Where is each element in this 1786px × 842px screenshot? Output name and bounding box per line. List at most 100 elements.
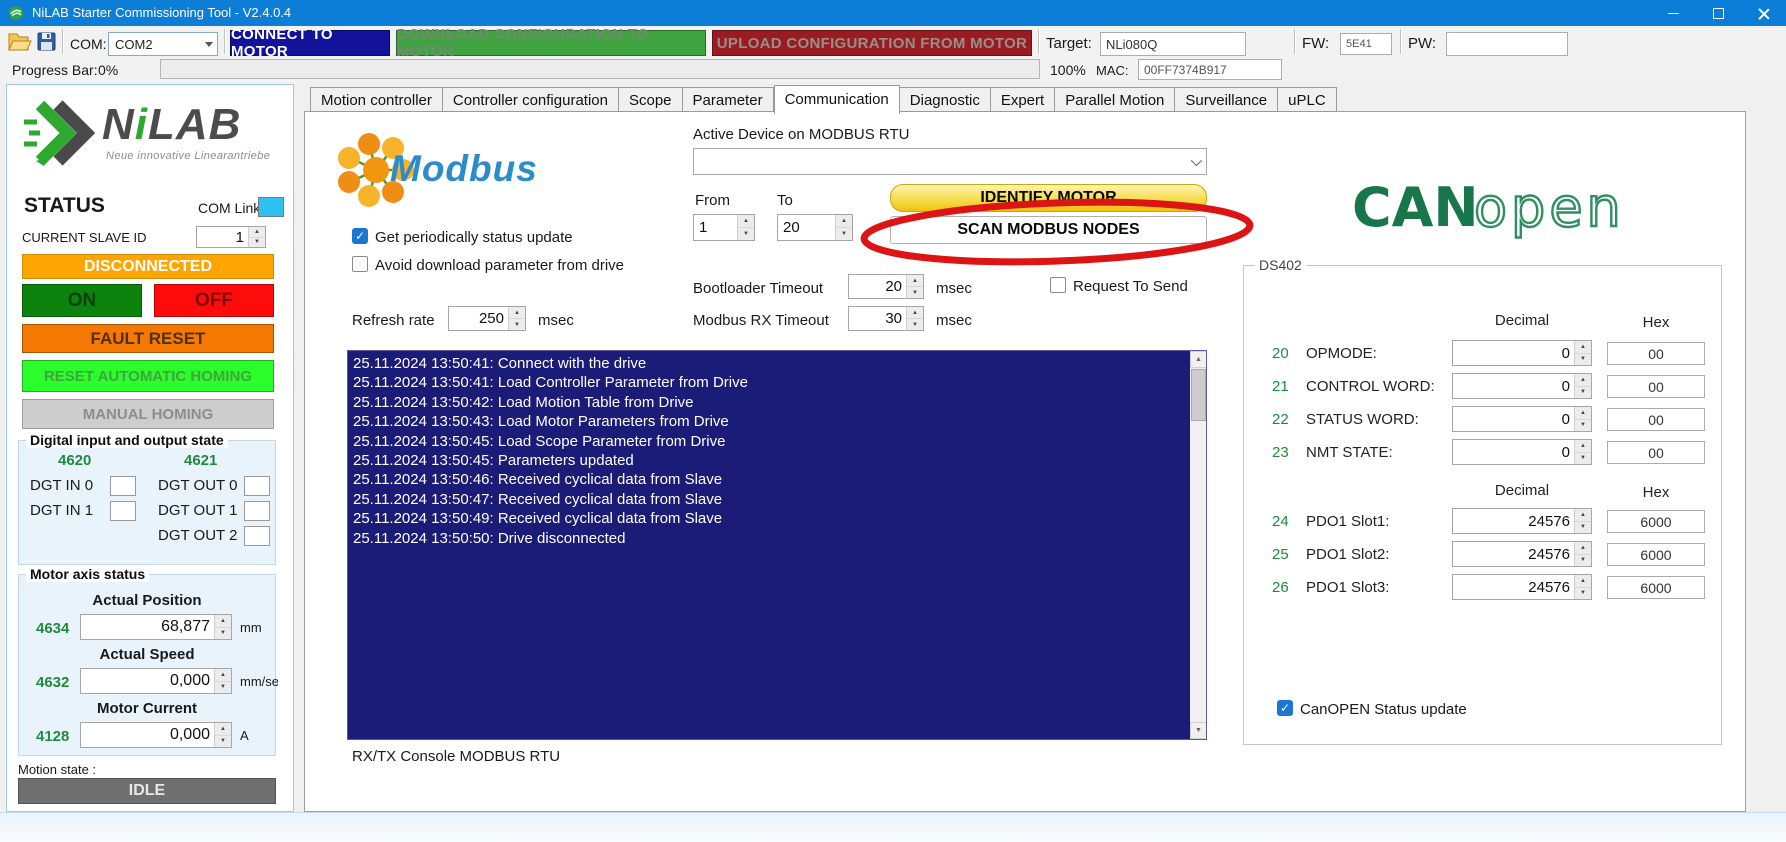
spin-down-icon[interactable] bbox=[249, 237, 265, 247]
tab-parameter[interactable]: Parameter bbox=[682, 87, 774, 112]
tab-parallel-motion[interactable]: Parallel Motion bbox=[1055, 87, 1176, 112]
target-input[interactable]: NLi080Q bbox=[1100, 32, 1246, 56]
console-scrollbar[interactable] bbox=[1190, 351, 1206, 739]
scan-modbus-nodes-button[interactable]: SCAN MODBUS NODES bbox=[890, 216, 1207, 244]
control-word-hex-field[interactable]: 00 bbox=[1607, 375, 1705, 398]
close-button[interactable] bbox=[1741, 0, 1786, 26]
spin-down-icon[interactable] bbox=[1575, 452, 1591, 464]
download-configuration-button[interactable]: DOWNLOAD CONFIGURATION TO MOTOR bbox=[396, 26, 706, 60]
spin-down-icon[interactable] bbox=[1575, 554, 1591, 566]
spin-down-icon[interactable] bbox=[215, 735, 231, 747]
scrollbar-thumb[interactable] bbox=[1191, 369, 1206, 421]
spinner-buttons[interactable] bbox=[508, 307, 525, 330]
nmt-state-decimal-spinner[interactable]: 0 bbox=[1452, 439, 1592, 465]
scroll-up-icon[interactable] bbox=[1190, 351, 1206, 368]
spinner-buttons[interactable] bbox=[906, 307, 923, 330]
pdo1-slot2-hex-field[interactable]: 6000 bbox=[1607, 543, 1705, 566]
control-word-decimal-spinner[interactable]: 0 bbox=[1452, 373, 1592, 399]
spinner-buttons[interactable] bbox=[214, 615, 231, 639]
tab-motion-controller[interactable]: Motion controller bbox=[310, 87, 443, 112]
to-spinner[interactable]: 20 bbox=[777, 214, 853, 241]
spinner-buttons[interactable] bbox=[1574, 509, 1591, 533]
spinner-buttons[interactable] bbox=[1574, 374, 1591, 398]
com-port-select[interactable]: COM2 bbox=[108, 32, 218, 56]
active-device-select[interactable] bbox=[693, 148, 1207, 175]
spin-up-icon[interactable] bbox=[1575, 509, 1591, 522]
active-device-chevron-icon[interactable] bbox=[1184, 149, 1206, 174]
tab-expert[interactable]: Expert bbox=[990, 87, 1056, 112]
save-file-icon[interactable] bbox=[37, 32, 56, 51]
spin-down-icon[interactable] bbox=[907, 287, 923, 298]
spinner-buttons[interactable] bbox=[214, 669, 231, 693]
actual-speed-field[interactable]: 0,000 bbox=[80, 668, 232, 694]
upload-configuration-button[interactable]: UPLOAD CONFIGURATION FROM MOTOR bbox=[712, 30, 1032, 56]
get-status-checkbox[interactable] bbox=[352, 228, 368, 244]
scroll-down-icon[interactable] bbox=[1190, 722, 1206, 739]
spinner-buttons[interactable] bbox=[1574, 407, 1591, 431]
manual-homing-button[interactable]: MANUAL HOMING bbox=[22, 399, 274, 429]
modbus-console[interactable]: 25.11.2024 13:50:41: Connect with the dr… bbox=[347, 350, 1207, 740]
slave-id-spinner[interactable]: 1 bbox=[196, 226, 266, 248]
spin-up-icon[interactable] bbox=[836, 215, 852, 228]
pw-input[interactable] bbox=[1446, 32, 1568, 56]
spinner-buttons[interactable] bbox=[1574, 575, 1591, 599]
spin-up-icon[interactable] bbox=[1575, 374, 1591, 387]
fault-reset-button[interactable]: FAULT RESET bbox=[22, 324, 274, 353]
spin-up-icon[interactable] bbox=[1575, 341, 1591, 354]
on-button[interactable]: ON bbox=[22, 284, 142, 317]
connection-state-button[interactable]: DISCONNECTED bbox=[22, 254, 274, 279]
spin-down-icon[interactable] bbox=[215, 681, 231, 693]
maximize-button[interactable] bbox=[1696, 0, 1741, 26]
spinner-buttons[interactable] bbox=[1574, 542, 1591, 566]
bootloader-timeout-spinner[interactable]: 20 bbox=[848, 274, 924, 299]
spin-up-icon[interactable] bbox=[738, 215, 754, 228]
spin-up-icon[interactable] bbox=[509, 307, 525, 319]
spin-down-icon[interactable] bbox=[215, 627, 231, 639]
spin-up-icon[interactable] bbox=[215, 723, 231, 736]
actual-position-field[interactable]: 68,877 bbox=[80, 614, 232, 640]
tab-communication[interactable]: Communication bbox=[773, 85, 900, 114]
identify-motor-button[interactable]: IDENTIFY MOTOR bbox=[890, 184, 1207, 212]
opmode-hex-field[interactable]: 00 bbox=[1607, 342, 1705, 365]
tab-surveillance[interactable]: Surveillance bbox=[1175, 87, 1279, 112]
spin-up-icon[interactable] bbox=[907, 307, 923, 319]
spin-up-icon[interactable] bbox=[215, 669, 231, 682]
tab-controller-configuration[interactable]: Controller configuration bbox=[442, 87, 619, 112]
pdo1-slot1-hex-field[interactable]: 6000 bbox=[1607, 510, 1705, 533]
fw-input[interactable]: 5E41 bbox=[1340, 33, 1392, 55]
status-word-hex-field[interactable]: 00 bbox=[1607, 408, 1705, 431]
spin-down-icon[interactable] bbox=[1575, 353, 1591, 365]
rx-timeout-spinner[interactable]: 30 bbox=[848, 306, 924, 331]
spin-up-icon[interactable] bbox=[1575, 575, 1591, 588]
request-to-send-checkbox[interactable] bbox=[1050, 277, 1066, 293]
spin-up-icon[interactable] bbox=[1575, 440, 1591, 453]
spinner-buttons[interactable] bbox=[835, 215, 852, 240]
tab-diagnostic[interactable]: Diagnostic bbox=[899, 87, 991, 112]
status-word-decimal-spinner[interactable]: 0 bbox=[1452, 406, 1592, 432]
mac-input[interactable]: 00FF7374B917 bbox=[1138, 59, 1282, 80]
com-dropdown-arrow-icon[interactable] bbox=[201, 33, 217, 55]
pdo1-slot3-decimal-spinner[interactable]: 24576 bbox=[1452, 574, 1592, 600]
spin-up-icon[interactable] bbox=[249, 227, 265, 238]
from-spinner[interactable]: 1 bbox=[693, 214, 755, 241]
spin-down-icon[interactable] bbox=[509, 319, 525, 330]
spin-down-icon[interactable] bbox=[1575, 419, 1591, 431]
minimize-button[interactable] bbox=[1651, 0, 1696, 26]
nmt-state-hex-field[interactable]: 00 bbox=[1607, 441, 1705, 464]
pdo1-slot2-decimal-spinner[interactable]: 24576 bbox=[1452, 541, 1592, 567]
spin-down-icon[interactable] bbox=[1575, 587, 1591, 599]
open-file-icon[interactable] bbox=[8, 31, 32, 52]
pdo1-slot3-hex-field[interactable]: 6000 bbox=[1607, 576, 1705, 599]
motor-current-field[interactable]: 0,000 bbox=[80, 722, 232, 748]
opmode-decimal-spinner[interactable]: 0 bbox=[1452, 340, 1592, 366]
reset-automatic-homing-button[interactable]: RESET AUTOMATIC HOMING bbox=[22, 360, 274, 392]
spin-up-icon[interactable] bbox=[215, 615, 231, 628]
spinner-buttons[interactable] bbox=[214, 723, 231, 747]
spinner-buttons[interactable] bbox=[906, 275, 923, 298]
spin-down-icon[interactable] bbox=[907, 319, 923, 330]
pdo1-slot1-decimal-spinner[interactable]: 24576 bbox=[1452, 508, 1592, 534]
spin-up-icon[interactable] bbox=[1575, 407, 1591, 420]
spinner-buttons[interactable] bbox=[1574, 440, 1591, 464]
connect-to-motor-button[interactable]: CONNECT TO MOTOR bbox=[230, 26, 390, 60]
spin-down-icon[interactable] bbox=[1575, 521, 1591, 533]
